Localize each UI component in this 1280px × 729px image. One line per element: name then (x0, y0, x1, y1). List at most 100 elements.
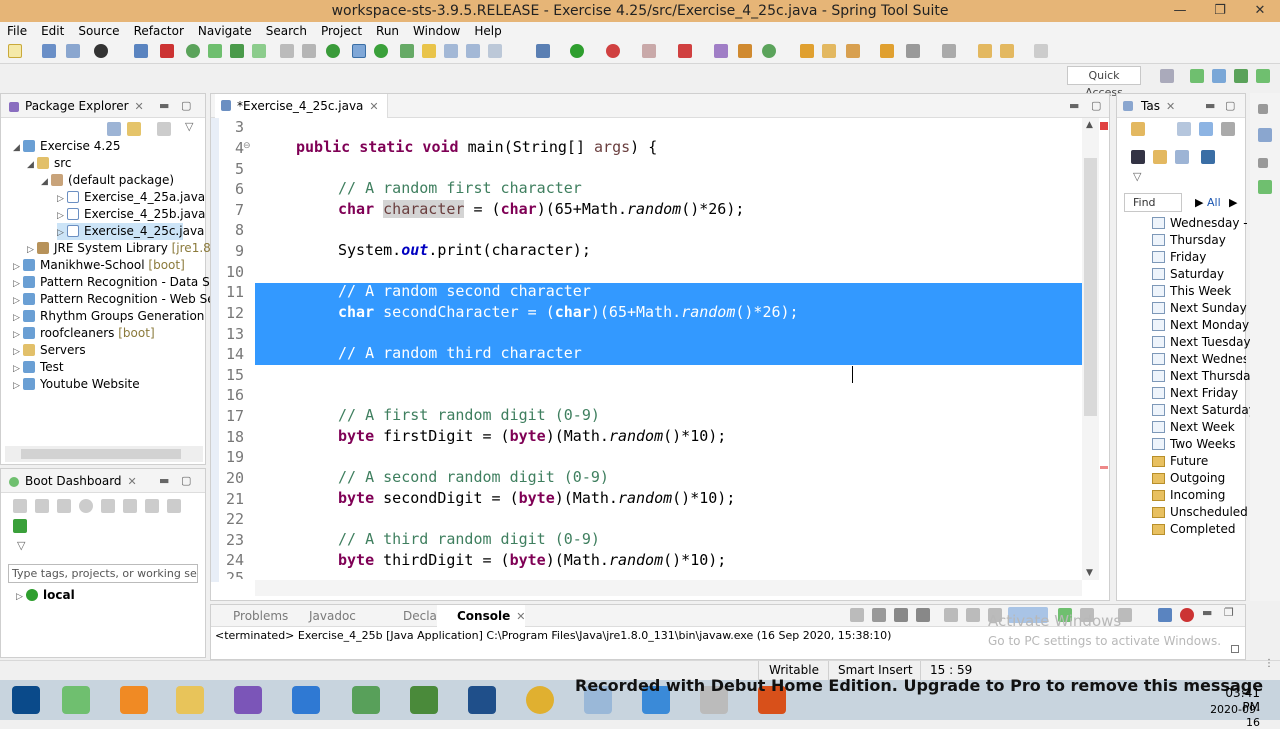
task-item-future[interactable]: Future (1152, 453, 1208, 470)
tree-item-pattern-recognition-data[interactable]: ▷ Pattern Recognition - Data Servic (13, 274, 239, 291)
skip-breakpoints-icon[interactable] (160, 44, 174, 58)
spring-run-icon[interactable] (208, 44, 222, 58)
maximize-view-icon[interactable]: ▢ (181, 99, 191, 112)
git-perspective-icon[interactable] (1256, 69, 1270, 83)
tree-item-exercise-4-25c[interactable]: ▷ Exercise_4_25c.java (57, 223, 204, 240)
task-item-incoming[interactable]: Incoming (1152, 487, 1225, 504)
categorized-icon[interactable] (1177, 122, 1191, 136)
tree-item-roofcleaners[interactable]: ▷ roofcleaners [boot] (13, 325, 155, 342)
next-annotation-icon[interactable] (444, 44, 458, 58)
restore-button[interactable]: ❐ (1200, 0, 1240, 22)
java-perspective-icon[interactable] (1212, 69, 1226, 83)
menu-window[interactable]: Window (406, 22, 467, 40)
all-link[interactable]: All (1207, 196, 1221, 209)
tab-exercise-4-25c[interactable]: *Exercise_4_25c.java ✕ (215, 94, 388, 118)
media-player-icon[interactable] (292, 686, 320, 714)
focus-workweek-icon[interactable] (1131, 150, 1145, 164)
collapse-all-icon[interactable] (1175, 150, 1189, 164)
minimize-button[interactable]: — (1160, 0, 1200, 22)
task-item-unscheduled[interactable]: Unscheduled (1152, 504, 1248, 521)
remove-all-icon[interactable] (916, 608, 930, 622)
code-line-18[interactable]: byte firstDigit = (byte)(Math.random()*1… (338, 427, 726, 445)
server-start-icon[interactable] (326, 44, 340, 58)
menu-search[interactable]: Search (259, 22, 314, 40)
menu-file[interactable]: File (0, 22, 34, 40)
menu-project[interactable]: Project (314, 22, 369, 40)
coverage-icon[interactable] (606, 44, 620, 58)
package-explorer-hscroll[interactable] (5, 446, 203, 462)
menu-source[interactable]: Source (71, 22, 126, 40)
scroll-thumb[interactable] (21, 449, 181, 459)
minimize-view-icon[interactable]: ▬ (1069, 99, 1079, 112)
task-find-input[interactable]: Find (1124, 193, 1182, 212)
search-icon[interactable] (822, 44, 836, 58)
task-item-friday[interactable]: Friday (1152, 249, 1206, 266)
task-item-next-saturday[interactable]: Next Saturday (1152, 402, 1256, 419)
scheduled-icon[interactable] (1199, 122, 1213, 136)
tab-problems[interactable]: Problems (213, 605, 288, 627)
code-line-12[interactable]: char secondCharacter = (char)(65+Math.ra… (338, 303, 799, 321)
minimize-view-icon[interactable]: ▬ (1202, 606, 1212, 619)
close-icon[interactable]: ✕ (369, 100, 378, 113)
open-task-icon[interactable] (800, 44, 814, 58)
terminate-icon[interactable] (872, 608, 886, 622)
tags-filter-input[interactable]: Type tags, projects, or working set na (8, 564, 198, 583)
code-line-11[interactable]: // A random second character (338, 282, 591, 300)
restore-icon[interactable] (1258, 158, 1268, 168)
task-item-two-weeks[interactable]: Two Weeks (1152, 436, 1235, 453)
restore-icon[interactable] (1258, 104, 1268, 114)
progress-icon[interactable] (1180, 608, 1194, 622)
maximize-view-icon[interactable]: ▢ (1225, 99, 1235, 112)
debug-start-icon[interactable] (35, 499, 49, 513)
spring-stop-icon[interactable] (252, 44, 266, 58)
tree-item-exercise-4-25b[interactable]: ▷ Exercise_4_25b.java (57, 206, 205, 223)
tab-javadoc[interactable]: Javadoc (289, 605, 356, 627)
task-item-completed[interactable]: Completed (1152, 521, 1235, 538)
servers-icon[interactable] (1158, 608, 1172, 622)
refresh-icon[interactable] (374, 44, 388, 58)
word-wrap-icon[interactable] (966, 608, 980, 622)
chrome-icon[interactable] (526, 686, 554, 714)
new-icon[interactable] (8, 44, 22, 58)
console-icon[interactable] (101, 499, 115, 513)
code-line-4[interactable]: public static void main(String[] args) { (296, 138, 657, 156)
pen-icon[interactable] (846, 44, 860, 58)
next-icon[interactable]: ▶ (1229, 196, 1237, 209)
pin-console-icon[interactable] (850, 608, 864, 622)
fold-icon[interactable]: ⊖ (243, 141, 251, 151)
tree-item-local[interactable]: ▷ local (16, 587, 75, 604)
outline-icon[interactable] (1258, 128, 1272, 142)
spring-debug-icon[interactable] (230, 44, 244, 58)
tree-item-servers[interactable]: ▷ Servers (13, 342, 86, 359)
scroll-down-icon[interactable]: ▼ (1086, 568, 1093, 578)
start-icon[interactable] (13, 499, 27, 513)
spring-icon[interactable] (186, 44, 200, 58)
error-marker-icon[interactable] (1100, 122, 1108, 130)
save-icon[interactable] (42, 44, 56, 58)
activate-icon[interactable]: ▶ (1195, 196, 1203, 209)
open-type-icon[interactable] (400, 44, 414, 58)
chevron-down-icon[interactable]: ▽ (17, 539, 25, 552)
forward-icon[interactable] (1034, 44, 1048, 58)
close-icon[interactable]: ✕ (135, 100, 144, 113)
clock-date[interactable]: 2020-09-16 (1200, 703, 1260, 729)
start-menu-icon[interactable] (12, 686, 40, 714)
collapse-all-icon[interactable] (107, 122, 121, 136)
focus-icon[interactable] (157, 122, 171, 136)
restore-view-icon[interactable]: ❐ (1224, 606, 1234, 619)
scroll-up-icon[interactable]: ▲ (1086, 120, 1093, 130)
task-item-next-thursday[interactable]: Next Thursday (1152, 368, 1258, 385)
open-browser-icon[interactable] (79, 499, 93, 513)
close-button[interactable]: ✕ (1240, 0, 1280, 22)
add-icon[interactable] (13, 519, 27, 533)
new-package-icon[interactable] (738, 44, 752, 58)
run-icon[interactable] (570, 44, 584, 58)
terminate-icon[interactable] (302, 44, 316, 58)
show-whitespace-icon[interactable] (488, 44, 502, 58)
debug-perspective-icon[interactable] (1234, 69, 1248, 83)
task-item-this-week[interactable]: This Week (1152, 283, 1231, 300)
tab-package-explorer[interactable]: Package Explorer ✕ (3, 94, 144, 118)
code-line-7[interactable]: char character = (char)(65+Math.random()… (338, 200, 744, 218)
task-item-thursday[interactable]: Thursday (1152, 232, 1226, 249)
code-line-21[interactable]: byte secondDigit = (byte)(Math.random()*… (338, 489, 735, 507)
